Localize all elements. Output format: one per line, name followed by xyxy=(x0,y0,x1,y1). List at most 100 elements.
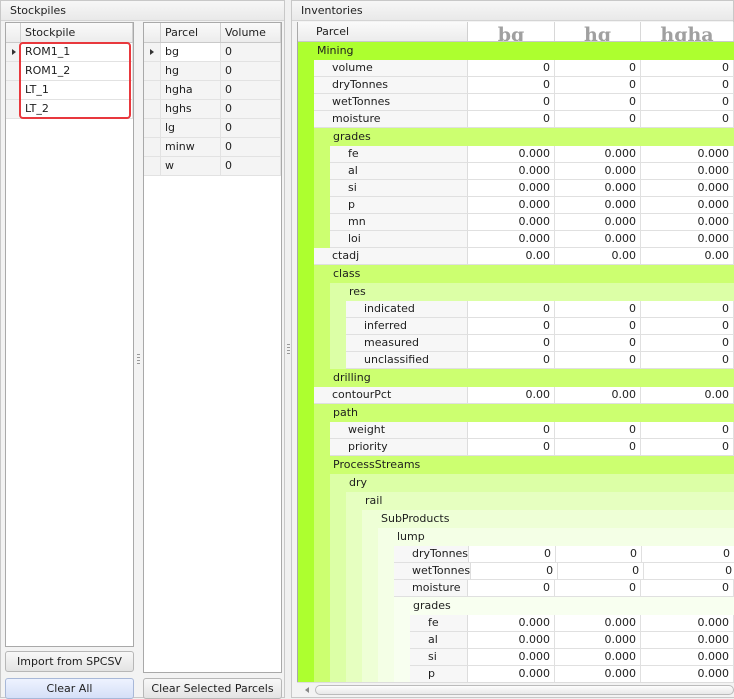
property-value[interactable]: 0 xyxy=(641,94,734,111)
parcel-row[interactable]: lg 0 xyxy=(144,119,281,138)
group-header[interactable]: SubProducts xyxy=(362,510,734,528)
property-value[interactable]: 0 xyxy=(555,318,641,335)
stockpile-name[interactable]: ROM1_2 xyxy=(21,62,133,80)
property-value[interactable]: 0.000 xyxy=(555,163,641,180)
property-value[interactable]: 0 xyxy=(555,77,641,94)
import-spcsv-button[interactable]: Import from SPCSV xyxy=(5,651,134,672)
property-value[interactable]: 0 xyxy=(644,563,734,580)
clear-selected-parcels-button[interactable]: Clear Selected Parcels xyxy=(143,678,282,699)
parcel-row[interactable]: minw 0 xyxy=(144,138,281,157)
parcel-volume[interactable]: 0 xyxy=(221,62,281,80)
parcel-name[interactable]: hg xyxy=(161,62,221,80)
property-value[interactable]: 0.000 xyxy=(468,197,555,214)
stockpile-row[interactable]: ROM1_2 xyxy=(6,62,133,81)
property-value[interactable]: 0.000 xyxy=(555,231,641,248)
property-value[interactable]: 0.000 xyxy=(641,214,734,231)
property-value[interactable]: 0 xyxy=(471,563,559,580)
group-header[interactable]: Mining xyxy=(298,42,734,60)
property-value[interactable]: 0 xyxy=(469,546,557,563)
column-header-bg[interactable]: bg xyxy=(468,22,555,41)
property-value[interactable]: 0.00 xyxy=(641,248,734,265)
group-header[interactable]: rail xyxy=(346,492,734,510)
parcel-volume[interactable]: 0 xyxy=(221,138,281,156)
property-value[interactable]: 0 xyxy=(468,335,555,352)
property-value[interactable]: 0 xyxy=(558,563,645,580)
property-value[interactable]: 0 xyxy=(468,77,555,94)
group-header[interactable]: grades xyxy=(394,597,734,615)
property-value[interactable]: 0 xyxy=(556,546,643,563)
property-value[interactable]: 0.000 xyxy=(641,615,734,632)
property-value[interactable]: 0.000 xyxy=(555,146,641,163)
parcel-name[interactable]: hghs xyxy=(161,100,221,118)
parcel-volume[interactable]: 0 xyxy=(221,43,281,61)
property-value[interactable]: 0.000 xyxy=(555,180,641,197)
property-value[interactable]: 0 xyxy=(468,94,555,111)
property-value[interactable]: 0 xyxy=(555,111,641,128)
column-header-volume[interactable]: Volume xyxy=(221,23,281,42)
parcel-volume[interactable]: 0 xyxy=(221,119,281,137)
property-value[interactable]: 0.000 xyxy=(468,632,555,649)
property-value[interactable]: 0 xyxy=(641,60,734,77)
stockpile-name[interactable]: LT_1 xyxy=(21,81,133,99)
property-value[interactable]: 0.000 xyxy=(468,649,555,666)
property-value[interactable]: 0.000 xyxy=(468,146,555,163)
property-value[interactable]: 0.000 xyxy=(555,214,641,231)
parcel-row[interactable]: hg 0 xyxy=(144,62,281,81)
splitter-handle[interactable] xyxy=(287,344,290,356)
property-value[interactable]: 0 xyxy=(468,352,555,369)
stockpile-row[interactable]: LT_2 xyxy=(6,100,133,119)
property-value[interactable]: 0.000 xyxy=(468,666,555,682)
property-value[interactable]: 0 xyxy=(468,439,555,456)
property-value[interactable]: 0.000 xyxy=(468,163,555,180)
stockpile-name[interactable]: LT_2 xyxy=(21,100,133,118)
property-value[interactable]: 0 xyxy=(641,439,734,456)
property-value[interactable]: 0.000 xyxy=(468,180,555,197)
property-value[interactable]: 0.00 xyxy=(468,248,555,265)
group-header[interactable]: lump xyxy=(378,528,734,546)
property-value[interactable]: 0 xyxy=(641,111,734,128)
property-value[interactable]: 0 xyxy=(555,580,641,597)
property-value[interactable]: 0.000 xyxy=(468,615,555,632)
property-value[interactable]: 0.000 xyxy=(641,163,734,180)
property-value[interactable]: 0 xyxy=(555,60,641,77)
parcel-volume[interactable]: 0 xyxy=(221,81,281,99)
column-header-stockpile[interactable]: Stockpile xyxy=(21,23,133,42)
scrollbar-thumb[interactable] xyxy=(315,685,734,695)
property-value[interactable]: 0.00 xyxy=(555,387,641,404)
group-header[interactable]: dry xyxy=(330,474,734,492)
column-header-parcel[interactable]: Parcel xyxy=(161,23,221,42)
stockpile-name[interactable]: ROM1_1 xyxy=(21,43,133,61)
property-value[interactable]: 0.000 xyxy=(468,214,555,231)
property-value[interactable]: 0 xyxy=(555,94,641,111)
splitter-handle[interactable] xyxy=(137,354,140,366)
property-value[interactable]: 0.000 xyxy=(641,632,734,649)
group-header[interactable]: grades xyxy=(314,128,734,146)
property-value[interactable]: 0 xyxy=(468,111,555,128)
column-header-hg[interactable]: hg xyxy=(555,22,641,41)
property-value[interactable]: 0 xyxy=(468,301,555,318)
parcel-name[interactable]: bg xyxy=(161,43,221,61)
property-value[interactable]: 0 xyxy=(641,77,734,94)
horizontal-scrollbar[interactable] xyxy=(297,682,734,697)
property-value[interactable]: 0 xyxy=(641,335,734,352)
property-value[interactable]: 0.000 xyxy=(641,231,734,248)
parcel-row[interactable]: bg 0 xyxy=(144,43,281,62)
property-value[interactable]: 0 xyxy=(468,60,555,77)
property-value[interactable]: 0 xyxy=(641,352,734,369)
group-header[interactable]: class xyxy=(314,265,734,283)
property-value[interactable]: 0 xyxy=(555,439,641,456)
property-value[interactable]: 0.00 xyxy=(641,387,734,404)
scroll-left-icon[interactable] xyxy=(305,687,309,693)
property-value[interactable]: 0 xyxy=(555,422,641,439)
property-value[interactable]: 0.000 xyxy=(641,180,734,197)
property-value[interactable]: 0.000 xyxy=(555,649,641,666)
parcel-volume[interactable]: 0 xyxy=(221,157,281,175)
property-value[interactable]: 0.000 xyxy=(555,197,641,214)
property-value[interactable]: 0.000 xyxy=(641,666,734,682)
clear-all-button[interactable]: Clear All xyxy=(5,678,134,699)
property-value[interactable]: 0.000 xyxy=(641,649,734,666)
property-value[interactable]: 0 xyxy=(555,301,641,318)
stockpile-row[interactable]: ROM1_1 xyxy=(6,43,133,62)
property-value[interactable]: 0 xyxy=(468,318,555,335)
property-value[interactable]: 0 xyxy=(555,352,641,369)
